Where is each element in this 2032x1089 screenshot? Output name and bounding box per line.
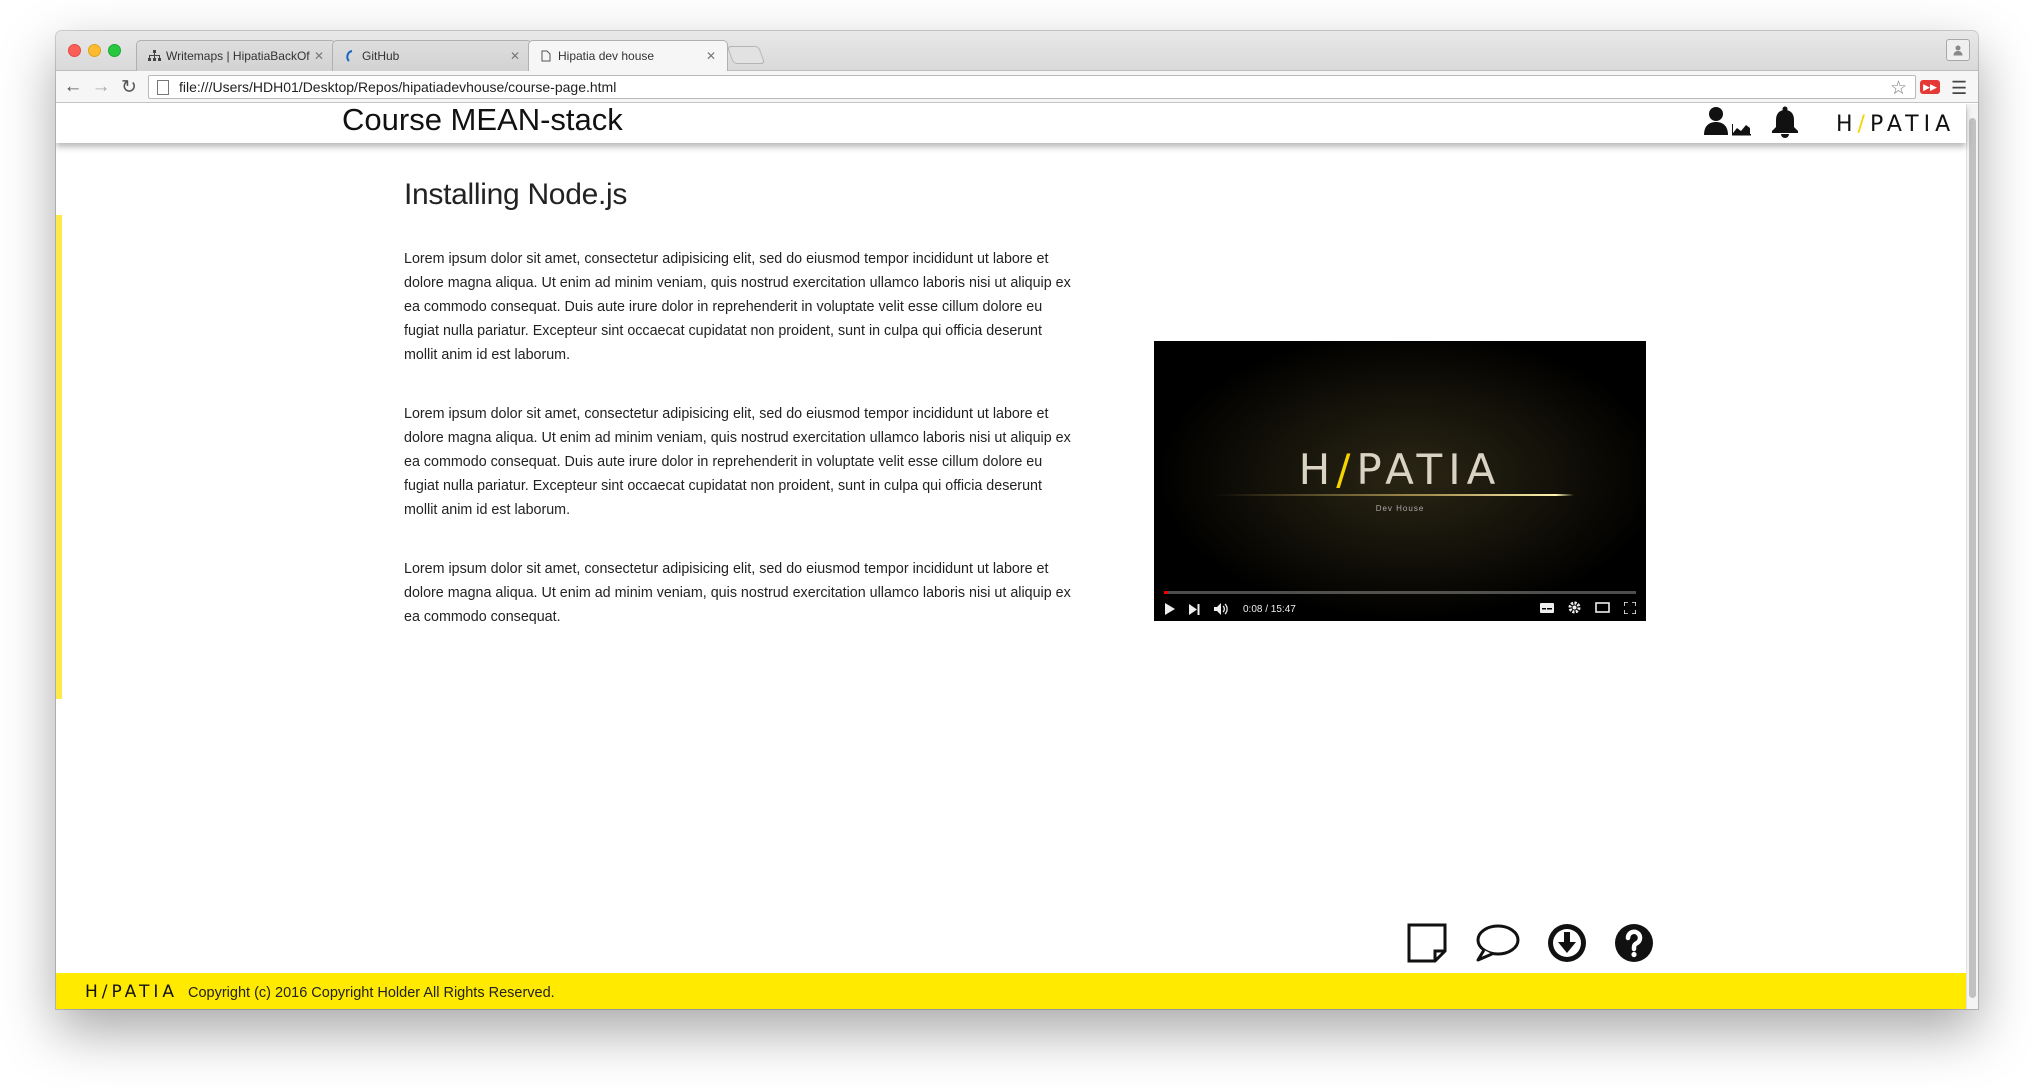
course-title: Course MEAN-stack [342, 104, 623, 137]
lesson-actions [1406, 922, 1654, 969]
tab-title: GitHub [362, 49, 400, 63]
note-icon[interactable] [1406, 922, 1448, 969]
reload-icon[interactable]: ↻ [118, 76, 140, 98]
video-subtitle: Dev House [1375, 504, 1425, 513]
subtitles-icon[interactable] [1540, 602, 1554, 616]
new-tab-button[interactable] [726, 46, 766, 64]
youtube-extension-icon[interactable]: ▶▶ [1920, 80, 1940, 94]
lesson-paragraph: Lorem ipsum dolor sit amet, consectetur … [404, 251, 1071, 363]
next-icon[interactable] [1189, 603, 1200, 615]
star-icon[interactable]: ☆ [1890, 77, 1907, 100]
tab-title: Writemaps | HipatiaBackOf [166, 49, 310, 63]
lesson-title: Installing Node.js [404, 178, 628, 211]
header-icons: H/PATIA [1704, 106, 1955, 143]
logo-part: H [1836, 112, 1858, 137]
tab-bar: Writemaps | HipatiaBackOf ✕ GitHub ✕ Hip… [56, 31, 1978, 71]
theater-mode-icon[interactable] [1595, 602, 1610, 616]
settings-gear-icon[interactable] [1568, 601, 1581, 617]
logo-part: PATIA [1869, 112, 1956, 137]
profile-button[interactable] [1946, 39, 1970, 61]
volume-icon[interactable] [1214, 603, 1229, 615]
close-icon[interactable]: ✕ [705, 49, 717, 63]
site-footer: H/PATIA Copyright (c) 2016 Copyright Hol… [56, 973, 1966, 1009]
download-icon[interactable] [1546, 922, 1588, 969]
address-bar[interactable]: file:///Users/HDH01/Desktop/Repos/hipati… [148, 75, 1916, 99]
page-icon [539, 49, 553, 63]
lesson-paragraph: Lorem ipsum dolor sit amet, consectetur … [404, 406, 1071, 518]
close-window-button[interactable] [68, 44, 81, 57]
close-icon[interactable]: ✕ [509, 49, 521, 63]
fullscreen-icon[interactable] [1623, 600, 1637, 617]
sitemap-icon [147, 49, 161, 63]
progress-side-bar [56, 215, 62, 699]
hipatia-logo[interactable]: H/PATIA [1836, 112, 1955, 137]
tab-hipatia[interactable]: Hipatia dev house ✕ [528, 40, 728, 71]
github-icon [343, 49, 357, 63]
tab-title: Hipatia dev house [558, 49, 655, 63]
play-icon[interactable] [1164, 603, 1175, 615]
url-text: file:///Users/HDH01/Desktop/Repos/hipati… [179, 79, 617, 95]
back-arrow-icon[interactable]: ← [62, 76, 84, 98]
tab-writemaps[interactable]: Writemaps | HipatiaBackOf ✕ [136, 40, 336, 71]
video-light-streak [1214, 494, 1574, 496]
logo-slash: / [1857, 112, 1870, 137]
video-progress-bar[interactable] [1164, 591, 1636, 594]
video-progress-fill [1164, 591, 1168, 594]
logo-part: H [1298, 445, 1337, 494]
footer-logo[interactable]: H/PATIA [85, 982, 178, 1002]
user-stats-icon[interactable] [1704, 106, 1752, 143]
logo-slash: / [1336, 445, 1357, 494]
logo-part: PATIA [1356, 445, 1502, 494]
site-header: Course MEAN-stack H/PATIA [56, 104, 1966, 143]
maximize-window-button[interactable] [108, 44, 121, 57]
bell-icon[interactable] [1770, 106, 1800, 143]
scrollbar-thumb[interactable] [1969, 118, 1976, 998]
page-icon [157, 79, 169, 95]
video-time: 0:08 / 15:47 [1243, 603, 1296, 615]
video-controls: 0:08 / 15:47 [1154, 597, 1646, 621]
video-player[interactable]: H/PATIA Dev House 0:08 / 15:47 [1154, 341, 1646, 621]
browser-toolbar: ← → ↻ file:///Users/HDH01/Desktop/Repos/… [56, 71, 1978, 103]
person-icon [1953, 45, 1963, 56]
page-viewport: Course MEAN-stack H/PATIA Installing Nod… [56, 104, 1978, 1009]
comment-icon[interactable] [1474, 922, 1520, 969]
menu-icon[interactable]: ☰ [1951, 78, 1967, 99]
copyright-text: Copyright (c) 2016 Copyright Holder All … [188, 985, 555, 1001]
tab-github[interactable]: GitHub ✕ [332, 40, 532, 71]
video-logo: H/PATIA [1154, 445, 1646, 494]
lesson-paragraph: Lorem ipsum dolor sit amet, consectetur … [404, 561, 1071, 625]
scrollbar[interactable] [1966, 104, 1978, 1009]
close-icon[interactable]: ✕ [313, 49, 325, 63]
forward-arrow-icon[interactable]: → [90, 76, 112, 98]
browser-window: Writemaps | HipatiaBackOf ✕ GitHub ✕ Hip… [56, 31, 1978, 1009]
minimize-window-button[interactable] [88, 44, 101, 57]
help-icon[interactable] [1614, 923, 1654, 968]
